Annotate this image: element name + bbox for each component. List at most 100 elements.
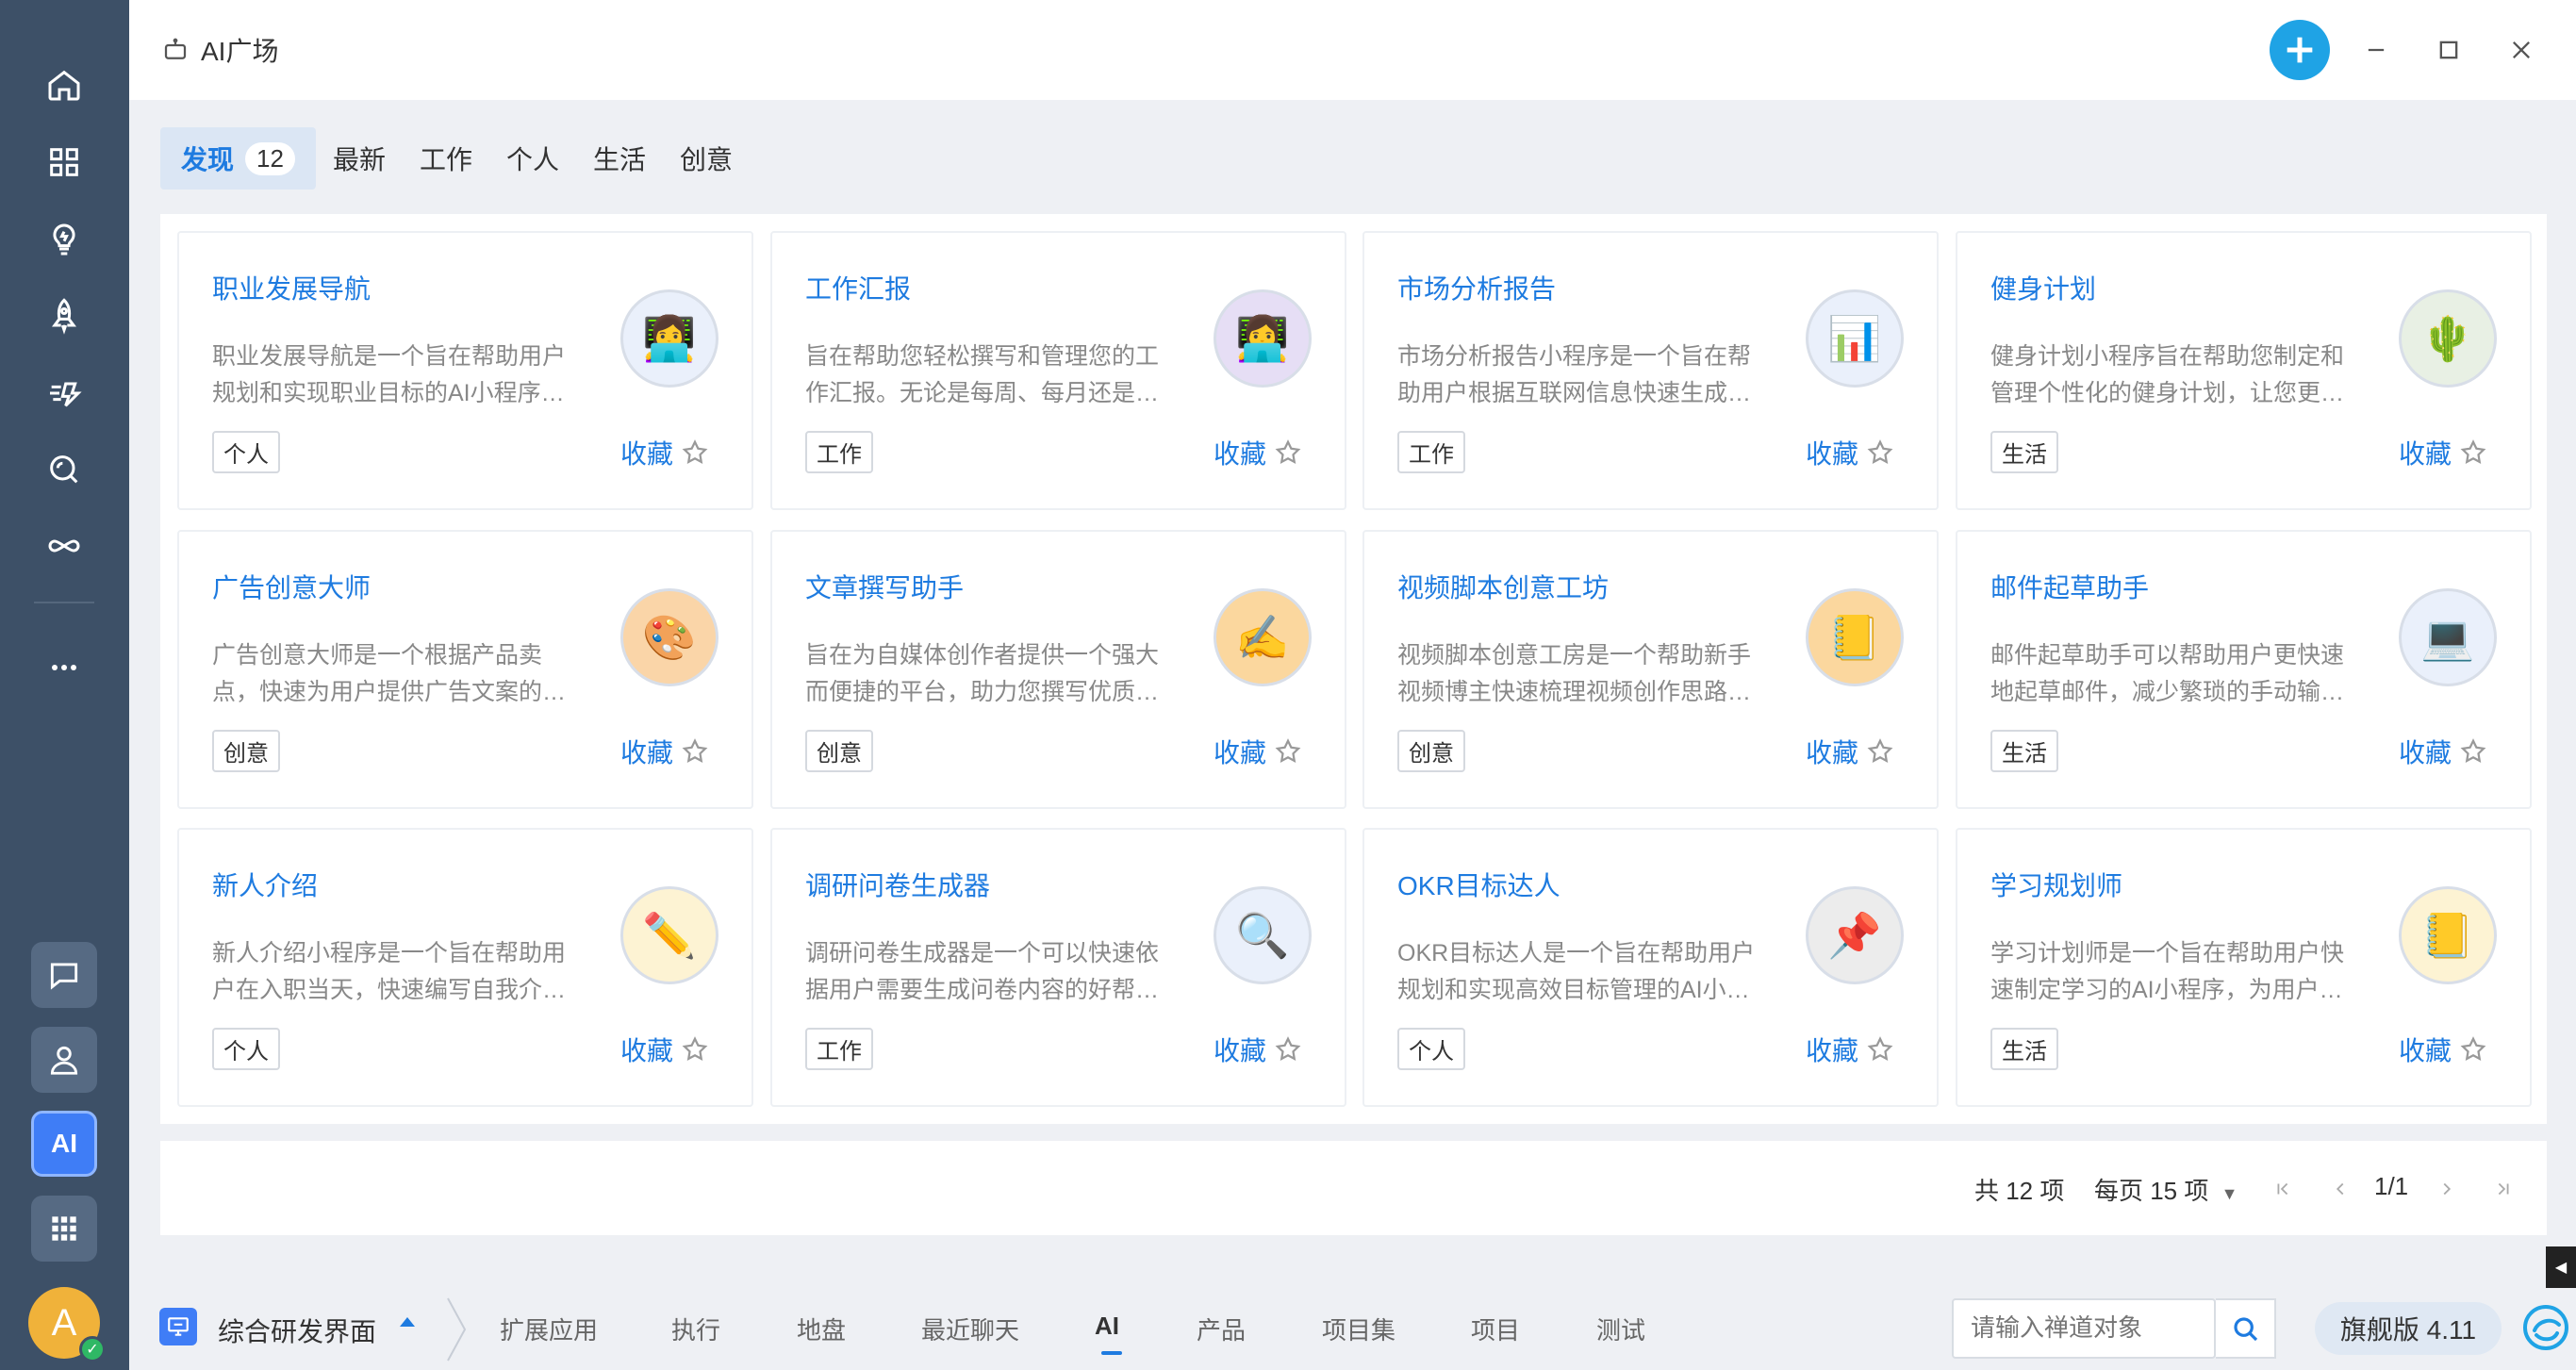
search-chat-icon[interactable] [32, 437, 96, 502]
app-card[interactable]: 广告创意大师 广告创意大师是一个根据产品卖 点，快速为用户提供广告文案的… 🎨 创意 收藏 [177, 530, 753, 809]
close-button[interactable] [2500, 28, 2543, 72]
card-desc-line: OKR目标达人是一个旨在帮助用户 [1397, 940, 1756, 966]
search-button[interactable] [2216, 1298, 2276, 1359]
card-title[interactable]: 广告创意大师 [212, 568, 371, 605]
favorite-button[interactable]: 收藏 [1806, 1031, 1894, 1068]
add-button[interactable] [2270, 20, 2330, 80]
nav-ai[interactable]: AI [1095, 1312, 1119, 1341]
infinity-icon[interactable] [32, 514, 96, 578]
tab-work[interactable]: 工作 [403, 127, 489, 190]
star-icon [673, 737, 709, 766]
avatar[interactable]: A ✓ [28, 1287, 106, 1362]
app-card[interactable]: 健身计划 健身计划小程序旨在帮助您制定和 管理个性化的健身计划，让您更… 🌵 生活 收藏 [1956, 231, 2532, 510]
app-grid-icon[interactable] [31, 1196, 97, 1262]
home-icon[interactable] [32, 53, 96, 117]
nav-project[interactable]: 项目 [1471, 1312, 1520, 1346]
app-card[interactable]: 工作汇报 旨在帮助您轻松撰写和管理您的工 作汇报。无论是每周、每月还是… 👩‍💻 工作 收… [770, 231, 1346, 510]
favorite-button[interactable]: 收藏 [1806, 733, 1894, 770]
card-title[interactable]: 新人介绍 [212, 866, 318, 903]
favorite-button[interactable]: 收藏 [2399, 733, 2487, 770]
caret-up-icon[interactable] [400, 1317, 415, 1327]
ai-icon[interactable]: AI [31, 1111, 97, 1177]
favorite-button[interactable]: 收藏 [1214, 1031, 1302, 1068]
tab-latest[interactable]: 最新 [316, 127, 403, 190]
search-icon [2234, 1317, 2258, 1342]
app-emoji-icon: 📊 [1806, 289, 1904, 388]
app-card[interactable]: 调研问卷生成器 调研问卷生成器是一个可以快速依 据用户需要生成问卷内容的好帮… 🔍 工作… [770, 828, 1346, 1107]
prev-page-icon[interactable] [2326, 1175, 2354, 1203]
card-description: 旨在为自媒体创作者提供一个强大 而便捷的平台，助力您撰写优质… [805, 637, 1182, 711]
workspace-switcher[interactable]: 综合研发界面 [218, 1312, 376, 1349]
card-description: 视频脚本创意工房是一个帮助新手 视频博主快速梳理视频创作思路… [1397, 637, 1775, 711]
card-title[interactable]: 健身计划 [1990, 269, 2096, 306]
minimize-button[interactable] [2354, 28, 2398, 72]
more-icon[interactable] [32, 635, 96, 700]
nav-execution[interactable]: 执行 [671, 1312, 720, 1346]
favorite-label: 收藏 [2399, 1036, 2452, 1065]
favorite-button[interactable]: 收藏 [620, 1031, 709, 1068]
nav-product[interactable]: 产品 [1197, 1312, 1246, 1346]
card-description: 调研问卷生成器是一个可以快速依 据用户需要生成问卷内容的好帮… [805, 935, 1182, 1009]
app-card[interactable]: 职业发展导航 职业发展导航是一个旨在帮助用户 规划和实现职业目标的AI小程序… 👩‍💻… [177, 231, 753, 510]
card-desc-line: 视频脚本创意工房是一个帮助新手 [1397, 642, 1752, 668]
first-page-icon[interactable] [2269, 1175, 2297, 1203]
app-card[interactable]: 新人介绍 新人介绍小程序是一个旨在帮助用 户在入职当天，快速编写自我介… ✏️ 个人 收藏 [177, 828, 753, 1107]
last-page-icon[interactable] [2489, 1175, 2518, 1203]
card-description: 学习计划师是一个旨在帮助用户快 速制定学习的AI小程序，为用户… [1990, 935, 2368, 1009]
category-tag: 生活 [1990, 431, 2058, 473]
nav-test[interactable]: 测试 [1596, 1312, 1645, 1346]
maximize-button[interactable] [2427, 28, 2470, 72]
version-badge[interactable]: 旗舰版 4.11 [2315, 1302, 2502, 1355]
app-card[interactable]: 市场分析报告 市场分析报告小程序是一个旨在帮 助用户根据互联网信息快速生成… 📊 工作 收… [1362, 231, 1939, 510]
app-card[interactable]: 视频脚本创意工坊 视频脚本创意工房是一个帮助新手 视频博主快速梳理视频创作思路… 📒 创… [1362, 530, 1939, 809]
card-title[interactable]: 邮件起草助手 [1990, 568, 2149, 605]
favorite-button[interactable]: 收藏 [1214, 434, 1302, 471]
page-size-select[interactable]: 每页 15 项 ▼ [2094, 1172, 2237, 1207]
workspace-icon[interactable] [159, 1308, 197, 1345]
nav-recent-chat[interactable]: 最近聊天 [921, 1312, 1019, 1346]
search-input[interactable] [1971, 1313, 2178, 1343]
favorite-button[interactable]: 收藏 [620, 733, 709, 770]
card-title[interactable]: 市场分析报告 [1397, 269, 1556, 306]
tab-discover[interactable]: 发现 12 [160, 127, 316, 190]
favorite-button[interactable]: 收藏 [1806, 434, 1894, 471]
favorite-button[interactable]: 收藏 [2399, 434, 2487, 471]
card-title[interactable]: OKR目标达人 [1397, 866, 1560, 903]
star-icon [1266, 737, 1302, 766]
app-card[interactable]: 邮件起草助手 邮件起草助手可以帮助用户更快速 地起草邮件，减少繁琐的手动输… 💻 生活 收… [1956, 530, 2532, 809]
chat-icon[interactable] [31, 942, 97, 1008]
lightbulb-icon[interactable] [32, 207, 96, 272]
card-title[interactable]: 学习规划师 [1990, 866, 2122, 903]
app-card[interactable]: 学习规划师 学习计划师是一个旨在帮助用户快 速制定学习的AI小程序，为用户… 📒 生活 收… [1956, 828, 2532, 1107]
tab-creative[interactable]: 创意 [663, 127, 750, 190]
card-title[interactable]: 文章撰写助手 [805, 568, 964, 605]
card-desc-line: 助用户根据互联网信息快速生成… [1397, 380, 1752, 406]
tab-personal[interactable]: 个人 [489, 127, 576, 190]
card-title[interactable]: 调研问卷生成器 [805, 866, 990, 903]
card-title[interactable]: 视频脚本创意工坊 [1397, 568, 1609, 605]
favorite-button[interactable]: 收藏 [1214, 733, 1302, 770]
zentao-logo-icon[interactable] [2522, 1304, 2569, 1351]
app-card[interactable]: OKR目标达人 OKR目标达人是一个旨在帮助用户 规划和实现高效目标管理的AI小… 📌… [1362, 828, 1939, 1107]
apps-grid-icon[interactable] [32, 130, 96, 194]
card-title[interactable]: 工作汇报 [805, 269, 911, 306]
tab-life[interactable]: 生活 [576, 127, 663, 190]
card-title[interactable]: 职业发展导航 [212, 269, 371, 306]
app-card[interactable]: 文章撰写助手 旨在为自媒体创作者提供一个强大 而便捷的平台，助力您撰写优质… ✍️ 创意… [770, 530, 1346, 809]
speed-icon[interactable] [32, 361, 96, 425]
nav-dashboard[interactable]: 地盘 [797, 1312, 846, 1346]
card-desc-line: 市场分析报告小程序是一个旨在帮 [1397, 343, 1752, 370]
collapse-panel-icon[interactable]: ◀ [2546, 1246, 2576, 1288]
nav-program[interactable]: 项目集 [1322, 1312, 1395, 1346]
user-icon[interactable] [31, 1027, 97, 1093]
caret-down-icon: ▼ [2221, 1184, 2238, 1203]
rocket-icon[interactable] [32, 284, 96, 348]
next-page-icon[interactable] [2433, 1175, 2461, 1203]
favorite-button[interactable]: 收藏 [2399, 1031, 2487, 1068]
nav-extensions[interactable]: 扩展应用 [500, 1312, 598, 1346]
favorite-button[interactable]: 收藏 [620, 434, 709, 471]
card-desc-line: 邮件起草助手可以帮助用户更快速 [1990, 642, 2345, 668]
favorite-label: 收藏 [620, 738, 674, 768]
star-icon [1266, 438, 1302, 467]
category-tag: 生活 [1990, 1028, 2058, 1070]
